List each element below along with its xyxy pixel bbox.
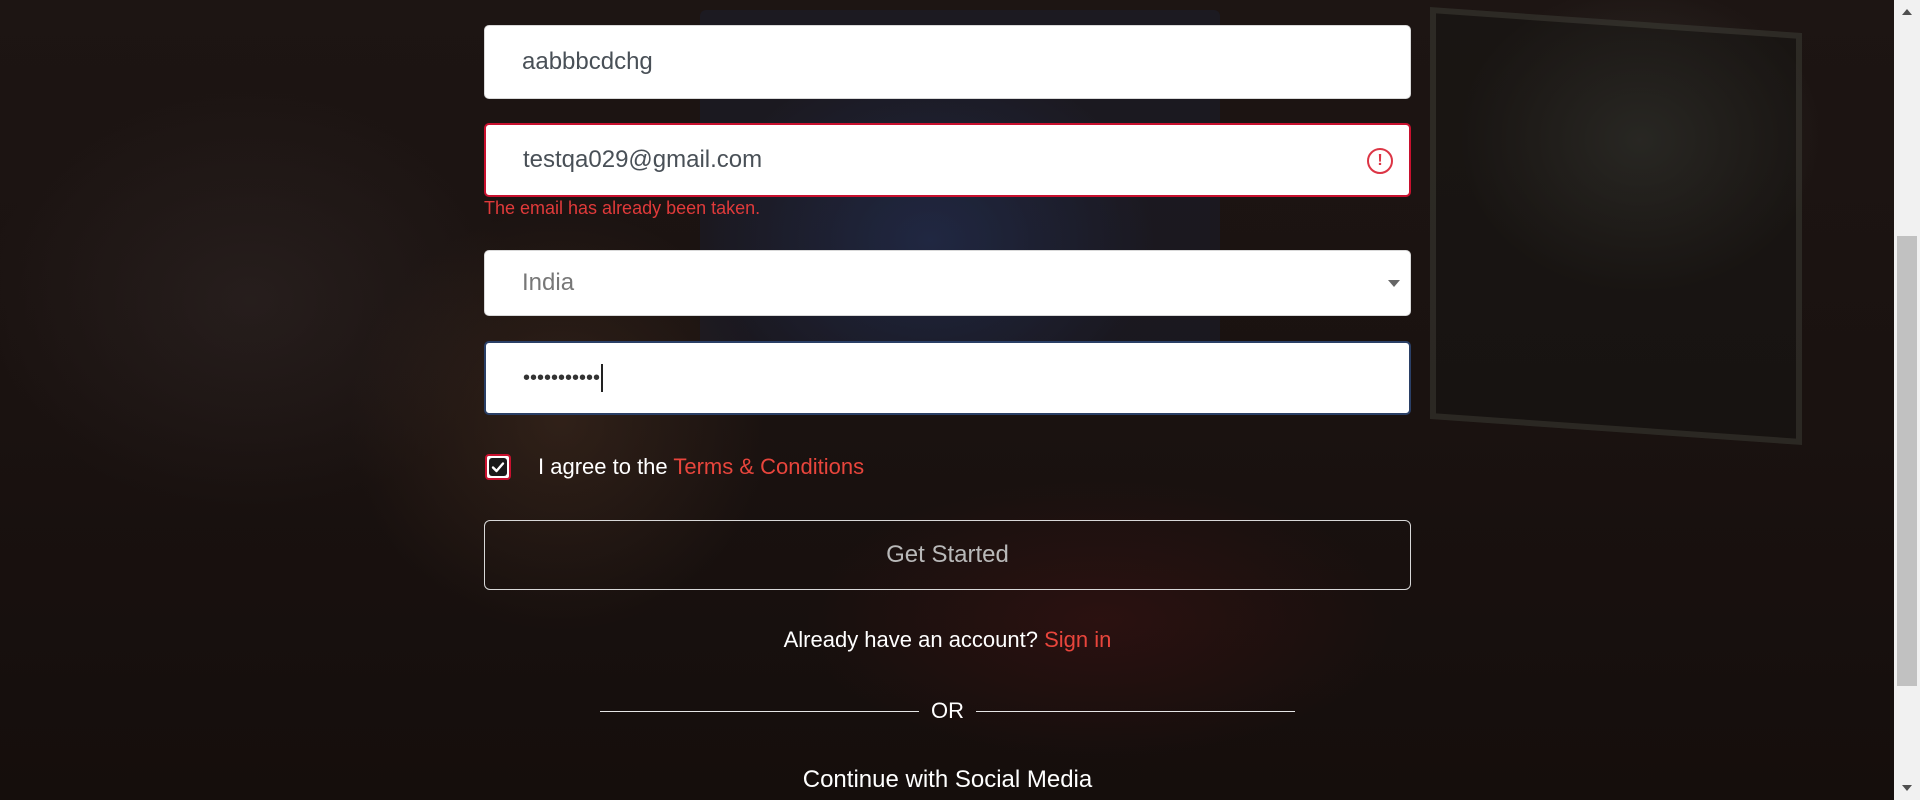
terms-label-prefix: I agree to the <box>538 454 674 479</box>
scrollbar-thumb[interactable] <box>1897 236 1917 686</box>
page-background: aabbbcdchg testqa029@gmail.com ! The ema… <box>0 0 1894 800</box>
scroll-up-icon[interactable] <box>1894 2 1920 22</box>
scroll-down-icon[interactable] <box>1894 778 1920 798</box>
password-mask: ••••••••••• <box>523 366 601 389</box>
email-field[interactable]: testqa029@gmail.com ! <box>484 123 1411 197</box>
divider-line-right <box>976 710 1295 712</box>
terms-row: I agree to the Terms & Conditions <box>484 450 864 484</box>
alert-circle-icon: ! <box>1367 148 1393 174</box>
text-cursor <box>601 364 604 392</box>
email-value: testqa029@gmail.com <box>523 146 763 173</box>
vertical-scrollbar[interactable] <box>1894 0 1920 800</box>
country-select[interactable]: India <box>484 250 1411 316</box>
email-error-message: The email has already been taken. <box>484 198 761 218</box>
caret-down-icon <box>1388 280 1400 287</box>
username-value: aabbbcdchg <box>522 48 653 75</box>
background-image-screen <box>1430 6 1802 446</box>
username-field[interactable]: aabbbcdchg <box>484 25 1411 99</box>
terms-conditions-link[interactable]: Terms & Conditions <box>673 454 864 479</box>
divider-line-left <box>600 710 919 712</box>
social-media-heading: Continue with Social Media <box>802 766 1093 793</box>
get-started-button[interactable]: Get Started <box>484 520 1411 590</box>
signin-prompt: Already have an account? <box>783 627 1045 652</box>
or-divider: OR <box>600 696 1295 726</box>
checkmark-icon <box>489 458 507 476</box>
country-value: India <box>522 269 575 296</box>
sign-in-link[interactable]: Sign in <box>1044 627 1111 652</box>
password-field[interactable]: ••••••••••• <box>484 341 1411 415</box>
terms-label: I agree to the Terms & Conditions <box>538 454 864 480</box>
terms-checkbox[interactable] <box>485 454 511 480</box>
password-value: ••••••••••• <box>523 343 604 413</box>
or-text: OR <box>931 698 964 723</box>
signin-row: Already have an account? Sign in <box>484 627 1411 653</box>
